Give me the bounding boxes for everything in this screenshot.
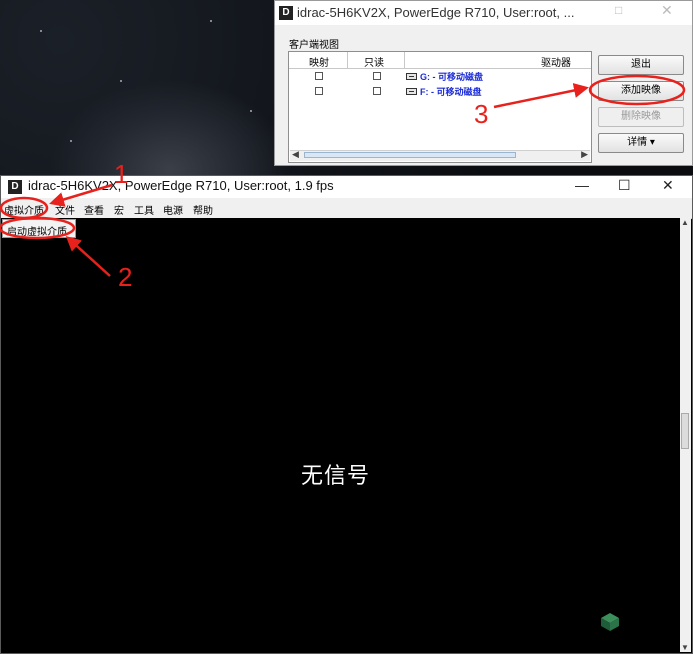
column-header-readonly[interactable]: 只读 (364, 54, 384, 69)
console-titlebar[interactable]: D idrac-5H6KV2X, PowerEdge R710, User:ro… (1, 176, 692, 198)
vm-titlebar[interactable]: D idrac-5H6KV2X, PowerEdge R710, User:ro… (275, 1, 692, 25)
client-view-label: 客户端视图 (289, 40, 339, 51)
readonly-checkbox[interactable] (373, 87, 381, 95)
menu-view[interactable]: 查看 (84, 202, 104, 217)
scroll-up-icon[interactable]: ▲ (681, 218, 689, 227)
column-header-mapped[interactable]: 映射 (309, 54, 329, 69)
scroll-right-icon[interactable]: ▶ (581, 149, 588, 160)
drive-icon (406, 88, 417, 95)
console-window: D idrac-5H6KV2X, PowerEdge R710, User:ro… (0, 175, 693, 654)
annotation-number-2: 2 (118, 262, 133, 292)
virtual-media-dropdown: 启动虚拟介质 (2, 219, 76, 238)
column-separator (404, 52, 405, 68)
drive-icon (406, 73, 417, 80)
watermark-logo-icon (601, 613, 619, 631)
scrollbar-thumb[interactable] (681, 413, 689, 449)
column-header-drive[interactable]: 驱动器 (541, 54, 571, 69)
readonly-checkbox[interactable] (373, 72, 381, 80)
remove-image-button: 删除映像 (598, 107, 684, 127)
column-separator (347, 52, 348, 68)
annotation-number-1: 1 (114, 159, 129, 189)
minimize-icon[interactable]: □ (615, 3, 622, 17)
app-icon: D (8, 180, 22, 194)
star (210, 20, 212, 22)
star (250, 110, 252, 112)
menu-virtual-media[interactable]: 虚拟介质 (4, 202, 44, 217)
scroll-down-icon[interactable]: ▼ (681, 643, 689, 652)
menu-bar: 虚拟介质 文件 查看 宏 工具 电源 帮助 (1, 198, 692, 219)
no-signal-text: 无信号 (301, 464, 371, 489)
maximize-icon[interactable]: ☐ (618, 177, 631, 194)
launch-virtual-media-item[interactable]: 启动虚拟介质 (7, 223, 67, 238)
horizontal-scrollbar[interactable]: ◀ ▶ (290, 149, 590, 161)
scrollbar-thumb[interactable] (304, 152, 516, 158)
annotation-number-3: 3 (474, 99, 489, 129)
app-icon: D (279, 6, 293, 20)
scroll-left-icon[interactable]: ◀ (292, 149, 299, 160)
drive-name: F: - 可移动磁盘 (420, 87, 482, 97)
close-icon[interactable]: ✕ (662, 177, 674, 194)
menu-file[interactable]: 文件 (55, 202, 75, 217)
remote-screen[interactable]: 无信号 (1, 218, 680, 653)
mapped-checkbox[interactable] (315, 87, 323, 95)
console-window-title: idrac-5H6KV2X, PowerEdge R710, User:root… (28, 178, 334, 193)
star (120, 80, 122, 82)
menu-help[interactable]: 帮助 (193, 202, 213, 217)
menu-macro[interactable]: 宏 (114, 202, 124, 217)
exit-button[interactable]: 退出 (598, 55, 684, 75)
mapped-checkbox[interactable] (315, 72, 323, 80)
details-button[interactable]: 详情 ▾ (598, 133, 684, 153)
menu-power[interactable]: 电源 (163, 202, 183, 217)
menu-tools[interactable]: 工具 (134, 202, 154, 217)
table-header: 映射 只读 驱动器 (289, 52, 591, 69)
vm-window-title: idrac-5H6KV2X, PowerEdge R710, User:root… (297, 5, 575, 20)
add-image-button[interactable]: 添加映像 (598, 81, 684, 101)
table-row[interactable]: F: - 可移动磁盘 (289, 84, 591, 98)
drive-name: G: - 可移动磁盘 (420, 72, 483, 82)
virtual-media-window: D idrac-5H6KV2X, PowerEdge R710, User:ro… (274, 0, 693, 166)
drive-table: 映射 只读 驱动器 G: - 可移动磁盘 F: - 可移动磁盘 ◀ ▶ (288, 51, 592, 163)
close-icon[interactable]: ✕ (661, 2, 673, 19)
star (70, 140, 72, 142)
vertical-scrollbar[interactable]: ▲ ▼ (680, 218, 691, 652)
star (40, 30, 42, 32)
table-row[interactable]: G: - 可移动磁盘 (289, 69, 591, 83)
minimize-icon[interactable]: — (575, 177, 589, 193)
